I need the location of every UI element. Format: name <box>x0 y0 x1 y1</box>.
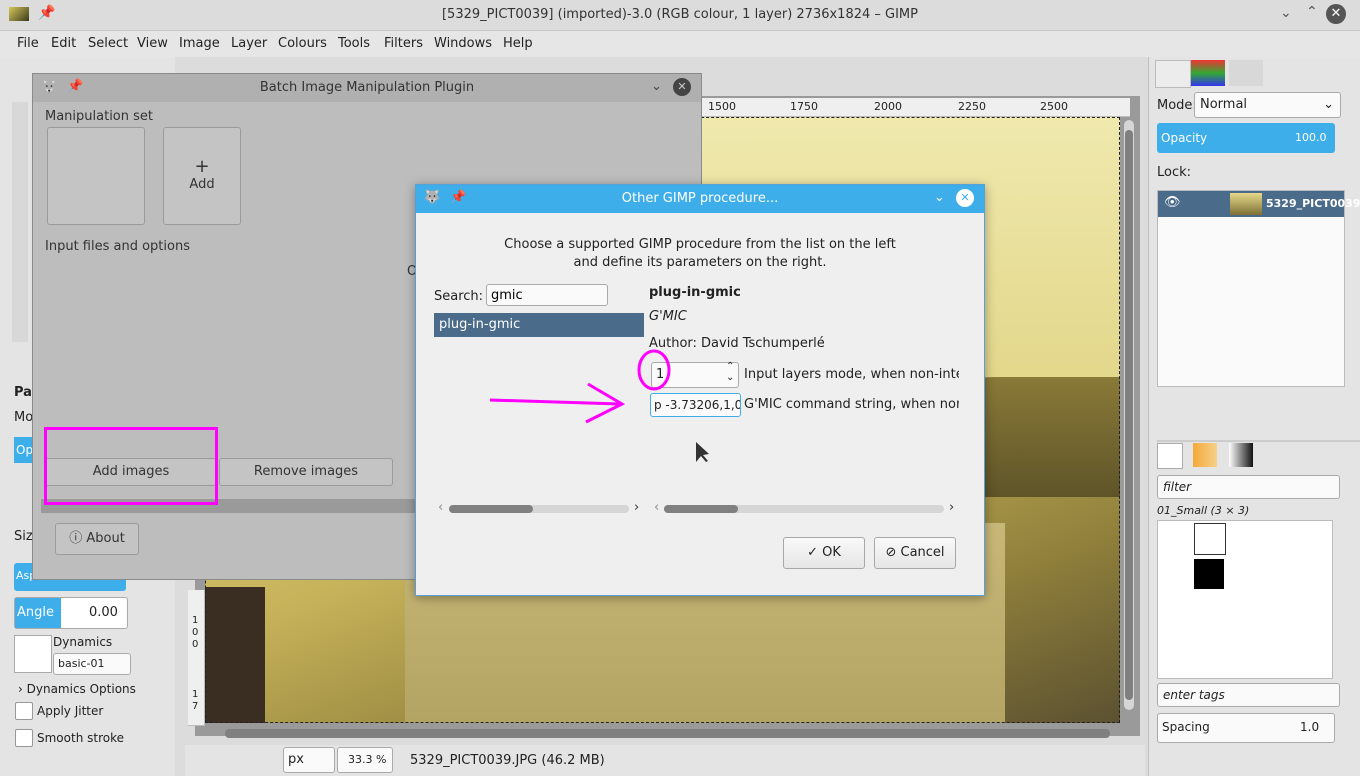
annotation-overlay <box>489 349 709 462</box>
mouse-cursor-icon <box>696 442 709 462</box>
annotation-arrow-shaft <box>489 398 621 406</box>
annotation-circle <box>637 349 671 391</box>
